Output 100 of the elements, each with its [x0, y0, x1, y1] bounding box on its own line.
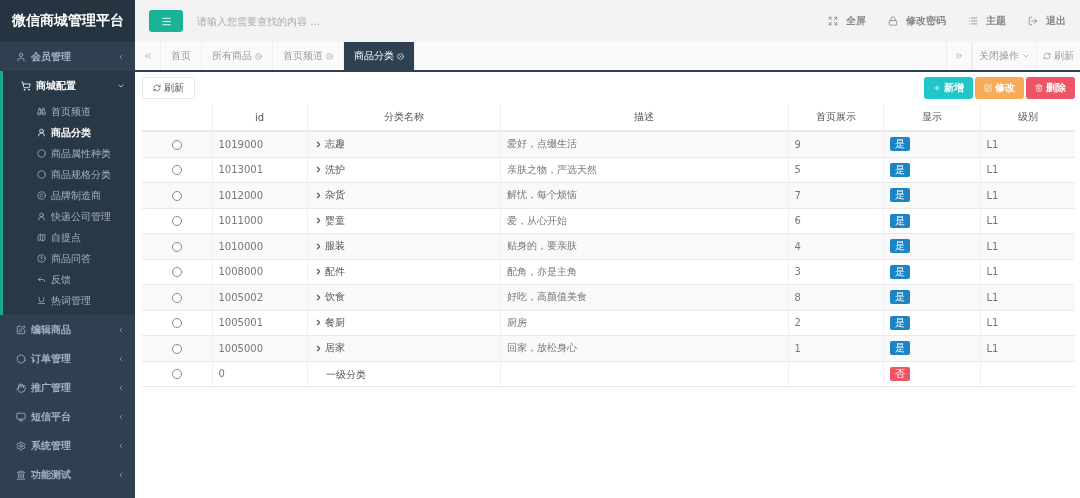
sidebar-subitem[interactable]: 商品分类 [3, 122, 135, 143]
category-name[interactable]: 餐厨 [313, 315, 345, 330]
page-tab[interactable]: 商品分类 [344, 42, 415, 70]
refresh-button[interactable]: 刷新 [142, 77, 195, 99]
chevron-left-icon [117, 383, 125, 392]
category-name[interactable]: 婴童 [313, 213, 345, 228]
sidebar-subitem[interactable]: 商品规格分类 [3, 164, 135, 185]
caret-icon [1022, 52, 1030, 60]
chevron-left-icon [117, 354, 125, 363]
table-cell: 0 [212, 361, 307, 387]
row-radio[interactable] [171, 318, 182, 329]
user-icon [16, 51, 26, 62]
table-cell: 厨房 [500, 310, 788, 336]
table-cell: 5 [788, 157, 883, 183]
refresh-icon [1043, 52, 1051, 60]
menu-button[interactable] [149, 10, 183, 32]
table-cell: 1005000 [212, 335, 307, 361]
table-cell: 配角，亦是主角 [500, 259, 788, 285]
row-radio[interactable] [171, 292, 182, 303]
row-radio[interactable] [171, 241, 182, 252]
category-name[interactable]: 配件 [313, 264, 345, 279]
top-link[interactable]: 主题 [968, 14, 1006, 28]
underline-icon [37, 296, 46, 305]
sidebar-subitem[interactable]: 反馈 [3, 269, 135, 290]
table-cell: 1012000 [212, 182, 307, 208]
sidebar-subitem[interactable]: 首页频道 [3, 101, 135, 122]
sidebar-item[interactable]: 订单管理 [0, 344, 135, 373]
sidebar-subitem[interactable]: 商品属性种类 [3, 143, 135, 164]
table-cell: 8 [788, 284, 883, 310]
settings-icon [16, 440, 26, 451]
table-cell: L1 [980, 157, 1075, 183]
monitor-icon [16, 411, 26, 422]
table-cell: 1005001 [212, 310, 307, 336]
lock-icon [888, 16, 898, 26]
table-cell: 1011000 [212, 208, 307, 234]
sidebar-subitem[interactable]: 热词管理 [3, 290, 135, 311]
map-icon [37, 233, 46, 242]
sidebar-subitem[interactable]: 自提点 [3, 227, 135, 248]
table-cell: L1 [980, 182, 1075, 208]
sidebar-subitem[interactable]: 品牌制造商 [3, 185, 135, 206]
refresh-icon [153, 84, 161, 92]
status-badge: 是 [889, 341, 910, 356]
help-icon [37, 254, 46, 263]
sidebar-item[interactable]: 系统管理 [0, 431, 135, 460]
category-name[interactable]: 志趣 [313, 137, 345, 152]
status-badge: 是 [889, 137, 910, 152]
circle-icon [37, 149, 46, 158]
table-cell: 1 [788, 335, 883, 361]
sidebar-item[interactable]: 会员管理 [0, 42, 135, 71]
binoculars-icon [37, 107, 46, 116]
double-chevron-right-icon [954, 51, 964, 61]
top-link[interactable]: 修改密码 [888, 14, 946, 28]
list-icon [968, 16, 978, 26]
row-radio[interactable] [171, 190, 182, 201]
delete-button[interactable]: 删除 [1026, 77, 1075, 99]
table-cell: 4 [788, 233, 883, 259]
hand-icon [16, 382, 26, 393]
table-cell: 爱，从心开始 [500, 208, 788, 234]
top-link[interactable]: 全屏 [828, 14, 866, 28]
expand-icon [828, 16, 838, 26]
status-badge: 是 [889, 239, 910, 254]
person-icon [37, 212, 46, 221]
chevron-down-icon [117, 82, 125, 90]
edit-icon [984, 84, 992, 92]
table-cell: L1 [980, 259, 1075, 285]
chevron-left-icon [117, 52, 125, 61]
sidebar-item[interactable]: 功能测试 [0, 460, 135, 489]
category-name[interactable]: 服装 [313, 239, 345, 254]
chevron-left-icon [117, 441, 125, 450]
category-name[interactable]: 一级分类 [313, 367, 366, 382]
sidebar-subitem[interactable]: 商品问答 [3, 248, 135, 269]
category-name[interactable]: 饮食 [313, 290, 345, 305]
row-radio[interactable] [171, 139, 182, 150]
category-name[interactable]: 洗护 [313, 162, 345, 177]
app-title: 微信商城管理平台 [0, 0, 135, 42]
row-radio[interactable] [171, 343, 182, 354]
chevron-left-icon [117, 325, 125, 334]
table-cell: L1 [980, 310, 1075, 336]
row-radio[interactable] [171, 165, 182, 176]
row-radio[interactable] [171, 267, 182, 278]
sidebar-subitem[interactable]: 快递公司管理 [3, 206, 135, 227]
status-badge: 是 [889, 162, 910, 177]
row-radio[interactable] [171, 216, 182, 227]
row-radio[interactable] [171, 369, 182, 380]
plus-icon [933, 84, 941, 92]
sidebar-item[interactable]: 商城配置 [0, 71, 135, 101]
sidebar-item[interactable]: 推广管理 [0, 373, 135, 402]
sidebar-item[interactable]: 编辑商品 [0, 315, 135, 344]
table-cell: L1 [980, 335, 1075, 361]
table-cell: 好吃，高颜值美食 [500, 284, 788, 310]
reply-icon [37, 275, 46, 284]
top-link[interactable]: 退出 [1028, 14, 1066, 28]
search-field[interactable]: 请输入您需要查找的内容 … [195, 14, 806, 28]
hexagon-icon [16, 353, 26, 364]
category-name[interactable]: 杂货 [313, 188, 345, 203]
table-cell: L1 [980, 131, 1075, 157]
category-name[interactable]: 居家 [313, 341, 345, 356]
trash-icon [1035, 84, 1043, 92]
sidebar-item[interactable]: 短信平台 [0, 402, 135, 431]
bank-icon [16, 469, 26, 480]
